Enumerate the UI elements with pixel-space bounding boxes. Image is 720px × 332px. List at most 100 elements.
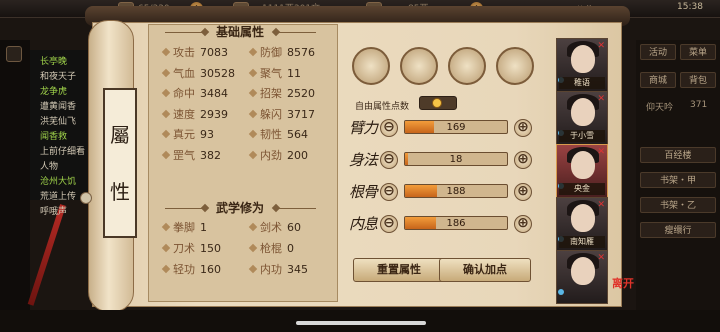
scroll-pack-icon[interactable] bbox=[400, 47, 438, 85]
decrease-button[interactable]: ⊖ bbox=[380, 151, 398, 169]
martial-item: 拳脚 1 bbox=[161, 219, 207, 236]
stat-item: 韧性 564 bbox=[248, 126, 308, 143]
scroll-title-char-2: 性 bbox=[110, 179, 130, 204]
bag-button[interactable]: 背包 bbox=[680, 72, 716, 88]
decrease-button[interactable]: ⊖ bbox=[380, 215, 398, 233]
stat-value: 2520 bbox=[287, 87, 315, 100]
confirm-allocation-button[interactable]: 确认加点 bbox=[439, 258, 531, 282]
stat-value: 11 bbox=[287, 66, 301, 80]
chat-line: 龙争虎 bbox=[40, 87, 68, 97]
martial-item: 剑术 60 bbox=[248, 219, 301, 236]
battle-mark-icon: ✕ bbox=[597, 41, 605, 51]
stat-label: 真元 bbox=[173, 128, 195, 141]
stat-label: 韧性 bbox=[260, 128, 282, 141]
attribute-value: 186 bbox=[446, 218, 466, 229]
stat-item: 速度 2939 bbox=[161, 106, 228, 123]
stat-label: 聚气 bbox=[260, 66, 282, 80]
stat-value: 3717 bbox=[287, 107, 315, 121]
chat-line: 沧州大饥 bbox=[40, 177, 77, 187]
attribute-value: 18 bbox=[449, 154, 463, 165]
stat-value: 8576 bbox=[287, 46, 315, 59]
martial-value: 150 bbox=[200, 242, 221, 255]
diamond-bullet-icon bbox=[248, 243, 258, 253]
free-points-label: 自由属性点数 bbox=[355, 102, 410, 112]
martial-label: 内功 bbox=[260, 263, 282, 276]
left-menu-button[interactable] bbox=[6, 46, 22, 62]
martial-item: 轻功 160 bbox=[161, 261, 221, 278]
increase-button[interactable]: ⊕ bbox=[514, 119, 532, 137]
increase-button[interactable]: ⊕ bbox=[514, 183, 532, 201]
martial-item: 枪棍 0 bbox=[248, 240, 294, 257]
diamond-bullet-icon bbox=[248, 264, 258, 274]
attribute-progress-bar: 186 bbox=[404, 216, 508, 230]
character-face bbox=[571, 257, 595, 285]
activity-button[interactable]: 活动 bbox=[640, 44, 676, 60]
character-portrait[interactable]: ✕ 央金 bbox=[556, 144, 608, 198]
taiji-icon[interactable] bbox=[448, 47, 486, 85]
chat-line: 荒道上传 bbox=[40, 192, 77, 202]
right-menu-button[interactable]: 百经楼 bbox=[640, 147, 716, 163]
stat-item: 罡气 382 bbox=[161, 147, 221, 164]
stat-value: 7083 bbox=[200, 46, 228, 59]
martial-label: 刀术 bbox=[173, 242, 195, 255]
martial-item: 刀术 150 bbox=[161, 240, 221, 257]
left-side-rail bbox=[0, 40, 30, 332]
clock: 15:38 bbox=[677, 2, 703, 12]
martial-item: 内功 345 bbox=[248, 261, 308, 278]
character-name: 稚语 bbox=[559, 77, 605, 89]
basic-attributes-title: 基础属性 bbox=[215, 25, 264, 39]
character-portrait[interactable]: ✕ 于小雪 bbox=[556, 91, 608, 145]
character-portrait[interactable]: ✕ 南知雁 bbox=[556, 197, 608, 251]
stat-item: 命中 3484 bbox=[161, 85, 228, 102]
stat-value: 200 bbox=[287, 148, 308, 162]
diamond-bullet-icon bbox=[161, 109, 171, 118]
location-label: 仰天吟 bbox=[646, 103, 674, 113]
character-name: 南知雁 bbox=[559, 236, 605, 248]
meditation-figure-icon[interactable] bbox=[496, 47, 534, 85]
element-dot-icon bbox=[558, 289, 564, 295]
character-name: 央金 bbox=[559, 183, 605, 195]
decrease-button[interactable]: ⊖ bbox=[380, 119, 398, 137]
diamond-bullet-icon bbox=[161, 88, 171, 98]
battle-mark-icon: ✕ bbox=[597, 253, 605, 263]
chat-line: 遭黄闻香 bbox=[40, 102, 77, 112]
battle-mark-icon: ✕ bbox=[597, 94, 605, 104]
increase-button[interactable]: ⊕ bbox=[514, 151, 532, 169]
diamond-bullet-icon bbox=[248, 68, 258, 77]
martial-label: 拳脚 bbox=[173, 221, 195, 234]
increase-button[interactable]: ⊕ bbox=[514, 215, 532, 233]
right-menu-button[interactable]: 书架・甲 bbox=[640, 172, 716, 188]
character-portrait[interactable]: ✕ 稚语 bbox=[556, 38, 608, 92]
diamond-bullet-icon bbox=[248, 222, 258, 232]
warrior-portrait-icon[interactable] bbox=[352, 47, 390, 85]
martial-value: 345 bbox=[287, 263, 308, 276]
right-menu-button[interactable]: 书架・乙 bbox=[640, 197, 716, 213]
reset-attributes-button[interactable]: 重置属性 bbox=[353, 258, 445, 282]
leave-badge[interactable]: 离开 bbox=[612, 278, 634, 308]
point-coin-icon bbox=[432, 98, 442, 108]
attribute-value: 188 bbox=[446, 186, 466, 197]
shop-button[interactable]: 商城 bbox=[640, 72, 676, 88]
decrease-button[interactable]: ⊖ bbox=[380, 183, 398, 201]
stat-value: 382 bbox=[200, 148, 221, 162]
menu-button[interactable]: 菜单 bbox=[680, 44, 716, 60]
character-portrait[interactable]: ✕ bbox=[556, 250, 608, 304]
martial-label: 轻功 bbox=[173, 263, 195, 276]
diamond-bullet-icon bbox=[161, 222, 171, 232]
attribute-progress-bar: 169 bbox=[404, 120, 508, 134]
attribute-name: 身法 bbox=[349, 151, 378, 169]
divider-ornament bbox=[165, 208, 205, 209]
right-menu-button[interactable]: 瘦缳行 bbox=[640, 222, 716, 238]
stat-label: 气血 bbox=[173, 66, 195, 80]
diamond-bullet-icon bbox=[248, 150, 258, 159]
stat-value: 2939 bbox=[200, 107, 228, 121]
stat-label: 内劲 bbox=[260, 148, 282, 162]
stat-item: 防御 8576 bbox=[248, 44, 315, 61]
chat-line: 和夜天子 bbox=[40, 72, 77, 82]
home-indicator[interactable] bbox=[296, 321, 426, 325]
battle-mark-icon: ✕ bbox=[597, 200, 605, 210]
chat-line: 长亭晚 bbox=[40, 57, 68, 67]
character-face bbox=[571, 45, 595, 73]
martial-value: 0 bbox=[287, 242, 294, 255]
attribute-progress-bar: 18 bbox=[404, 152, 508, 166]
